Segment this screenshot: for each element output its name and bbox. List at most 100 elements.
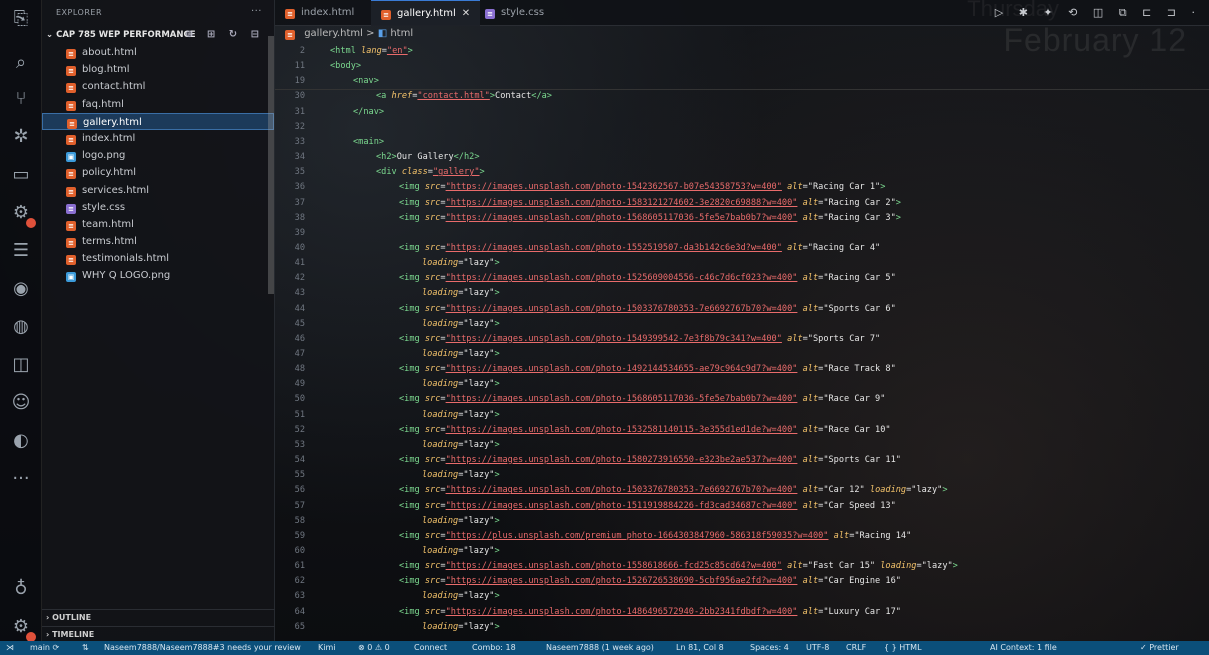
code-line[interactable]: 34 <h2>Our Gallery</h2> [275,152,1209,167]
code-line[interactable]: 43 loading="lazy"> [275,288,1209,303]
files-icon[interactable]: ⎘ [8,6,34,32]
remote-icon[interactable]: ⋊ [6,641,14,655]
code-token: <h2> [376,152,397,163]
file-item[interactable]: ≡ contact.html [42,78,274,95]
code-line[interactable]: 32 [275,122,1209,137]
search-icon[interactable]: ⌕ [8,50,34,76]
file-item[interactable]: ≡ team.html [42,216,274,233]
tab-gallery-html[interactable]: ≡ gallery.html ✕ [371,0,481,26]
file-item[interactable]: ≡ blog.html [42,61,274,78]
line-number: 42 [294,273,305,284]
debug-icon[interactable]: ✲ [8,124,34,150]
code-editor[interactable]: 2 <html lang="en"> 11 <body> 19 <nav> 30 <a hre… [275,44,1209,642]
code-line[interactable]: 59 <img src="https://plus.unsplash.com/pr… [275,531,1209,546]
breadcrumb-file[interactable]: gallery.html [304,28,363,39]
project-actions[interactable]: ⊕ ⊞ ↻ ⊟ [185,29,264,40]
outline-section[interactable]: › OUTLINE [42,609,275,626]
code-line[interactable]: 19 <nav> [275,76,1209,91]
code-line[interactable]: 64 <img src="https://images.unsplash.com/… [275,607,1209,622]
code-line[interactable]: 58 loading="lazy"> [275,516,1209,531]
file-item[interactable]: ≡ terms.html [42,233,274,250]
code-line[interactable]: 35 <div class="gallery"> [275,167,1209,182]
extensions-icon[interactable]: ⚙ [8,200,36,228]
code-line[interactable]: 47 loading="lazy"> [275,349,1209,364]
code-line[interactable]: 39 [275,228,1209,243]
sync-icon[interactable]: ⇅ [82,641,89,655]
code-line[interactable]: 46 <img src="https://images.unsplash.com/… [275,334,1209,349]
prettier-status[interactable]: ✓ Prettier [1140,641,1179,655]
more-icon[interactable]: ··· [8,466,34,492]
remote-explorer-icon[interactable]: ▭ [8,162,34,188]
code-line[interactable]: 54 <img src="https://images.unsplash.com/… [275,455,1209,470]
encoding-status[interactable]: UTF-8 [806,641,829,655]
code-line[interactable]: 51 loading="lazy"> [275,410,1209,425]
testing-icon[interactable]: ☰ [8,238,34,264]
code-line[interactable]: 57 <img src="https://images.unsplash.com/… [275,501,1209,516]
code-line[interactable]: 60 loading="lazy"> [275,546,1209,561]
code-line[interactable]: 50 <img src="https://images.unsplash.com/… [275,394,1209,409]
code-line[interactable]: 37 <img src="https://images.unsplash.com/… [275,198,1209,213]
code-line[interactable]: 45 loading="lazy"> [275,319,1209,334]
code-line[interactable]: 41 loading="lazy"> [275,258,1209,273]
file-item[interactable]: ▣ logo.png [42,147,274,164]
code-line[interactable]: 61 <img src="https://images.unsplash.com/… [275,561,1209,576]
database-icon[interactable]: ◫ [8,352,34,378]
code-line[interactable]: 38 <img src="https://images.unsplash.com/… [275,213,1209,228]
breadcrumb-node[interactable]: html [390,28,413,39]
cursor-position[interactable]: Ln 81, Col 8 [676,641,724,655]
combo-status[interactable]: Combo: 18 [472,641,516,655]
code-line[interactable]: 55 loading="lazy"> [275,470,1209,485]
code-line[interactable]: 30 <a href="contact.html">Contact</a> [275,91,1209,106]
eol-status[interactable]: CRLF [846,641,866,655]
pr-review-status[interactable]: Naseem7888/Naseem7888#3 needs your revie… [104,641,301,655]
code-line[interactable]: 31 </nav> [275,107,1209,122]
file-item[interactable]: ≡ faq.html [42,96,274,113]
kimi-status[interactable]: Kimi [318,641,335,655]
file-item[interactable]: ≡ services.html [42,182,274,199]
github-icon[interactable]: ◉ [8,276,34,302]
code-line[interactable]: 56 <img src="https://images.unsplash.com/… [275,485,1209,500]
code-line[interactable]: 65 loading="lazy"> [275,622,1209,637]
bot-icon[interactable]: ☺ [8,390,34,416]
file-item[interactable]: ≡ policy.html [42,164,274,181]
git-blame-status[interactable]: Naseem7888 (1 week ago) [546,641,654,655]
language-status[interactable]: { } HTML [884,641,922,655]
edge-icon[interactable]: ◐ [8,428,34,454]
code-line[interactable]: 52 <img src="https://images.unsplash.com/… [275,425,1209,440]
branch-status[interactable]: main ⟳ [30,641,59,655]
account-icon[interactable]: ♁ [8,576,34,602]
problems-status[interactable]: ⊗ 0 ⚠ 0 [358,641,390,655]
code-line[interactable]: 63 loading="lazy"> [275,591,1209,606]
code-line[interactable]: 40 <img src="https://images.unsplash.com/… [275,243,1209,258]
code-line[interactable]: 11 <body> [275,61,1209,76]
file-item[interactable]: ≡ index.html [42,130,274,147]
file-item[interactable]: ▣ WHY Q LOGO.png [42,267,274,284]
copilot-icon[interactable]: ◍ [8,314,34,340]
editor-actions[interactable]: ▷ ✱ ✦ ⟲ ◫ ⧉ ⊏ ⊐ · [995,6,1201,20]
file-item[interactable]: ≡ gallery.html [42,112,274,130]
code-line[interactable]: 2 <html lang="en"> [275,46,1209,61]
code-line[interactable]: 33 <main> [275,137,1209,152]
explorer-more-icon[interactable]: ··· [251,6,262,17]
tab-index-html[interactable]: ≡ index.html [275,0,364,26]
code-line[interactable]: 48 <img src="https://images.unsplash.com/… [275,364,1209,379]
code-line[interactable]: 36 <img src="https://images.unsplash.com/… [275,182,1209,197]
close-icon[interactable]: ✕ [462,8,470,19]
code-line[interactable]: 44 <img src="https://images.unsplash.com/… [275,304,1209,319]
code-token: > [895,197,901,208]
connect-status[interactable]: Connect [414,641,447,655]
source-control-icon[interactable]: ⑂ [8,86,34,112]
project-folder[interactable]: ⌄ CAP 785 WEP PERFORMANCE ⊕ ⊞ ↻ ⊟ [42,26,274,44]
code-line[interactable]: 62 <img src="https://images.unsplash.com/… [275,576,1209,591]
file-item[interactable]: ≡ about.html [42,44,274,61]
manage-gear-icon[interactable]: ⚙ [8,614,36,642]
sidebar-scrollbar[interactable] [268,36,274,294]
indent-status[interactable]: Spaces: 4 [750,641,789,655]
file-item[interactable]: ≡ style.css [42,199,274,216]
ai-context-status[interactable]: AI Context: 1 file [990,641,1057,655]
code-line[interactable]: 53 loading="lazy"> [275,440,1209,455]
code-line[interactable]: 49 loading="lazy"> [275,379,1209,394]
file-item[interactable]: ≡ testimonials.html [42,250,274,267]
tab-style-css[interactable]: ≡ style.css [475,0,554,26]
code-line[interactable]: 42 <img src="https://images.unsplash.com/… [275,273,1209,288]
